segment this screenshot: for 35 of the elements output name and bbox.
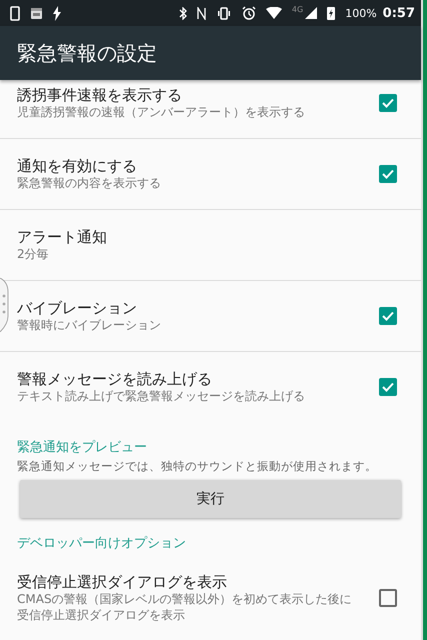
screen-title: 緊急警報の設定	[17, 40, 157, 66]
setting-summary: CMASの警報（国家レベルの警報以外）を初めて表示した後に受信停止選択ダイアログを表示	[17, 591, 353, 623]
setting-summary: 緊急警報の内容を表示する	[17, 175, 162, 191]
setting-title: バイブレーション	[17, 299, 138, 317]
setting-title: 受信停止選択ダイアログを表示	[17, 573, 228, 591]
alarm-clock-icon	[242, 6, 256, 20]
setting-title: 警報メッセージを読み上げる	[17, 370, 213, 388]
network-label: 4G	[292, 5, 304, 14]
vibrate-icon	[216, 6, 232, 20]
setting-title: アラート通知	[17, 228, 108, 246]
section-header: 緊急通知をプレビュー	[16, 439, 148, 457]
section-header: デベロッパー向けオプション	[16, 535, 187, 553]
calendar-icon	[30, 6, 43, 20]
setting-summary: テキスト読み上げで緊急警報メッセージを読み上げる	[17, 388, 306, 404]
checkbox[interactable]	[379, 307, 397, 325]
wifi-icon	[266, 6, 282, 20]
checkbox[interactable]	[379, 589, 397, 607]
checkbox[interactable]	[379, 165, 397, 183]
phone-icon	[10, 6, 20, 20]
battery-level: 100%	[345, 6, 377, 20]
clock: 0:57	[382, 6, 415, 20]
battery-icon	[327, 6, 336, 20]
setting-summary: 警報時にバイブレーション	[17, 317, 162, 333]
section-description: 緊急通知メッセージでは、独特のサウンドと振動が使用されます。	[16, 459, 378, 474]
bluetooth-icon	[178, 6, 187, 20]
run-button[interactable]: 実行	[20, 480, 401, 518]
setting-summary: 2分毎	[17, 246, 50, 262]
checkbox[interactable]	[379, 94, 397, 112]
setting-title: 誘拐事件速報を表示する	[17, 86, 183, 104]
setting-summary: 児童誘拐警報の速報（アンバーアラート）を表示する	[17, 104, 306, 120]
signal-icon	[305, 7, 318, 19]
checkbox[interactable]	[379, 378, 397, 396]
lightning-icon	[53, 6, 61, 20]
setting-title: 通知を有効にする	[17, 157, 138, 175]
nfc-icon	[196, 6, 206, 20]
